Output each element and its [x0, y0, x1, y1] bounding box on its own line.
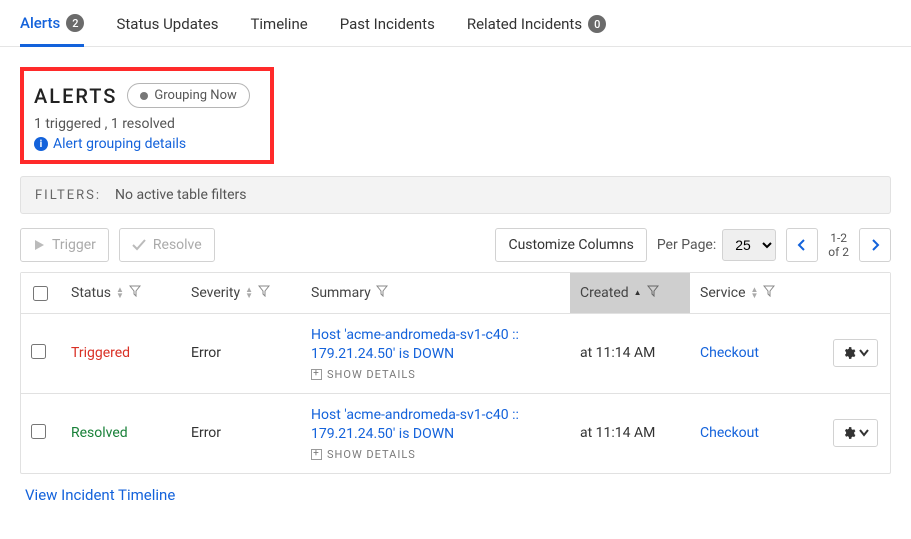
filter-label: FILTERS: [35, 188, 101, 203]
resolve-button[interactable]: Resolve [119, 228, 215, 262]
tab-alerts-label: Alerts [20, 14, 60, 32]
per-page-select[interactable]: 25 [722, 229, 776, 261]
filter-icon[interactable] [647, 285, 659, 301]
trigger-button-label: Trigger [52, 237, 96, 253]
gear-icon [842, 426, 856, 440]
th-severity[interactable]: Severity ▲▼ [181, 273, 301, 313]
sort-icon: ▲▼ [116, 287, 124, 299]
gear-icon [842, 346, 856, 360]
info-icon: i [34, 137, 48, 151]
alert-grouping-details-label: Alert grouping details [53, 136, 186, 152]
pager-next-button[interactable] [859, 228, 891, 262]
alert-grouping-details-link[interactable]: i Alert grouping details [34, 136, 186, 152]
pager-range-top: 1-2 [828, 231, 849, 245]
show-details-toggle[interactable]: + SHOW DETAILS [311, 448, 560, 461]
th-service[interactable]: Service ▲▼ [690, 273, 820, 313]
sort-icon: ▲▼ [245, 287, 253, 299]
tab-past-incidents[interactable]: Past Incidents [340, 1, 435, 45]
grouping-now-pill[interactable]: Grouping Now [127, 83, 249, 108]
row-summary-link[interactable]: Host 'acme-andromeda-sv1-c40 :: 179.21.2… [311, 326, 560, 364]
th-actions [820, 281, 890, 305]
th-created-label: Created [580, 285, 629, 301]
th-created[interactable]: Created ▲ [570, 273, 690, 313]
row-service-link[interactable]: Checkout [690, 332, 820, 375]
row-severity: Error [181, 333, 301, 373]
chevron-left-icon [797, 239, 807, 251]
trigger-button[interactable]: Trigger [20, 228, 109, 262]
per-page-label: Per Page: [657, 237, 716, 253]
tab-timeline[interactable]: Timeline [250, 1, 307, 45]
sort-icon: ▲▼ [751, 287, 759, 299]
select-all-checkbox[interactable] [33, 286, 48, 301]
th-status-label: Status [71, 285, 111, 301]
sort-asc-icon: ▲ [634, 290, 642, 296]
alerts-table: Status ▲▼ Severity ▲▼ Summary Created ▲ … [20, 272, 891, 474]
show-details-label: SHOW DETAILS [327, 448, 416, 461]
chevron-right-icon [870, 239, 880, 251]
row-summary-link[interactable]: Host 'acme-andromeda-sv1-c40 :: 179.21.2… [311, 406, 560, 444]
row-checkbox[interactable] [31, 344, 46, 359]
filter-icon[interactable] [376, 285, 388, 301]
th-status[interactable]: Status ▲▼ [61, 273, 181, 313]
grouping-now-label: Grouping Now [154, 88, 236, 103]
customize-columns-button[interactable]: Customize Columns [495, 228, 646, 262]
pager-range-bottom: of 2 [828, 245, 849, 259]
row-summary-cell: Host 'acme-andromeda-sv1-c40 :: 179.21.2… [301, 314, 570, 393]
tab-status-updates[interactable]: Status Updates [116, 1, 218, 45]
row-created: at 11:14 AM [570, 413, 690, 453]
alerts-header-highlight: ALERTS Grouping Now 1 triggered , 1 reso… [20, 67, 274, 164]
table-header-row: Status ▲▼ Severity ▲▼ Summary Created ▲ … [21, 273, 890, 314]
tab-related-incidents-label: Related Incidents [467, 15, 582, 33]
tab-past-incidents-label: Past Incidents [340, 15, 435, 33]
pager-prev-button[interactable] [786, 228, 818, 262]
filter-icon[interactable] [763, 285, 775, 301]
table-row: Resolved Error Host 'acme-andromeda-sv1-… [21, 394, 890, 473]
select-all-cell [21, 274, 61, 313]
row-severity: Error [181, 413, 301, 453]
filter-icon[interactable] [258, 285, 270, 301]
th-summary[interactable]: Summary [301, 273, 570, 313]
chevron-down-icon [859, 349, 869, 357]
table-row: Triggered Error Host 'acme-andromeda-sv1… [21, 314, 890, 394]
tab-status-updates-label: Status Updates [116, 15, 218, 33]
tab-related-incidents[interactable]: Related Incidents 0 [467, 1, 607, 45]
th-severity-label: Severity [191, 285, 240, 301]
expand-icon: + [311, 369, 322, 380]
toolbar: Trigger Resolve Customize Columns Per Pa… [20, 228, 891, 262]
row-service-link[interactable]: Checkout [690, 412, 820, 455]
th-service-label: Service [700, 285, 746, 301]
show-details-label: SHOW DETAILS [327, 368, 416, 381]
chevron-down-icon [859, 429, 869, 437]
show-details-toggle[interactable]: + SHOW DETAILS [311, 368, 560, 381]
tab-alerts-count: 2 [66, 14, 84, 32]
th-summary-label: Summary [311, 285, 371, 301]
row-status: Resolved [61, 413, 181, 453]
row-actions-button[interactable] [833, 339, 878, 367]
row-created: at 11:14 AM [570, 333, 690, 373]
resolve-button-label: Resolve [153, 237, 202, 253]
filter-status-text: No active table filters [115, 187, 246, 203]
filter-icon[interactable] [129, 285, 141, 301]
expand-icon: + [311, 449, 322, 460]
section-title: ALERTS [34, 84, 117, 108]
customize-columns-label: Customize Columns [508, 237, 633, 253]
row-actions-button[interactable] [833, 419, 878, 447]
row-checkbox[interactable] [31, 424, 46, 439]
pager-range: 1-2 of 2 [828, 231, 849, 260]
tab-alerts[interactable]: Alerts 2 [20, 0, 84, 47]
tab-related-incidents-count: 0 [588, 15, 606, 33]
status-dot-icon [140, 92, 148, 100]
play-icon [33, 239, 45, 251]
tab-timeline-label: Timeline [250, 15, 307, 33]
row-summary-cell: Host 'acme-andromeda-sv1-c40 :: 179.21.2… [301, 394, 570, 473]
per-page-group: Per Page: 25 [657, 229, 776, 261]
tab-bar: Alerts 2 Status Updates Timeline Past In… [0, 0, 911, 47]
view-incident-timeline-link[interactable]: View Incident Timeline [20, 486, 891, 504]
check-icon [132, 239, 146, 251]
row-status: Triggered [61, 333, 181, 373]
alerts-count-text: 1 triggered , 1 resolved [34, 116, 250, 132]
filter-bar: FILTERS: No active table filters [20, 176, 891, 214]
